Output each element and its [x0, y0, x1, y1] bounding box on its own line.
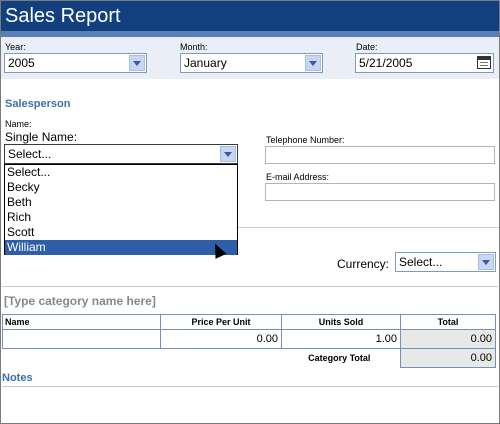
category-name-input[interactable]: [Type category name here]	[4, 294, 156, 308]
email-label: E-mail Address:	[266, 172, 330, 182]
dropdown-option-selected[interactable]: William	[5, 240, 237, 255]
calendar-icon[interactable]	[477, 56, 491, 69]
item-name-cell[interactable]	[2, 329, 161, 349]
month-label: Month:	[180, 42, 208, 52]
units-cell[interactable]: 1.00	[281, 329, 401, 349]
total-cell: 0.00	[400, 329, 496, 349]
table-header-row: Name Price Per Unit Units Sold Total	[2, 314, 496, 330]
dropdown-option[interactable]: Beth	[5, 195, 237, 210]
year-value: 2005	[8, 56, 35, 70]
month-value: January	[184, 56, 227, 70]
name-label: Name:	[5, 119, 32, 129]
month-select[interactable]: January	[180, 53, 323, 73]
sales-report-window: Sales Report Year: 2005 Month: January D…	[0, 0, 500, 424]
divider	[238, 227, 499, 228]
category-table: Name Price Per Unit Units Sold Total 0.0…	[2, 314, 496, 368]
single-name-dropdown-list[interactable]: Select... Becky Beth Rich Scott William	[4, 164, 238, 255]
telephone-label: Telephone Number:	[266, 135, 345, 145]
chevron-down-icon[interactable]	[220, 146, 236, 162]
chevron-down-icon[interactable]	[478, 254, 494, 270]
currency-select[interactable]: Select...	[395, 252, 496, 272]
date-label: Date:	[356, 42, 378, 52]
telephone-input[interactable]	[265, 146, 495, 164]
email-input[interactable]	[265, 183, 495, 201]
column-header-price: Price Per Unit	[160, 314, 282, 330]
page-title: Sales Report	[1, 1, 499, 31]
notes-heading: Notes	[2, 372, 33, 384]
divider	[2, 286, 498, 287]
salesperson-heading: Salesperson	[5, 98, 71, 110]
chevron-down-icon[interactable]	[305, 55, 321, 71]
category-total-label: Category Total	[308, 353, 371, 364]
dropdown-option[interactable]: Scott	[5, 225, 237, 240]
date-value: 5/21/2005	[359, 56, 413, 70]
date-field[interactable]: 5/21/2005	[355, 53, 494, 73]
chevron-down-icon[interactable]	[129, 55, 145, 71]
dropdown-option[interactable]: Select...	[5, 165, 237, 180]
single-name-select[interactable]: Select...	[4, 144, 238, 164]
table-row: 0.00 1.00 0.00	[2, 329, 496, 349]
single-name-value: Select...	[8, 147, 52, 161]
single-name-label: Single Name:	[5, 130, 78, 144]
column-header-total: Total	[400, 314, 496, 330]
divider	[2, 386, 498, 387]
dropdown-option[interactable]: Rich	[5, 210, 237, 225]
column-header-units: Units Sold	[281, 314, 401, 330]
year-select[interactable]: 2005	[4, 53, 147, 73]
category-total-row: Category Total 0.00	[3, 348, 496, 368]
category-total-value: 0.00	[400, 348, 496, 368]
currency-value: Select...	[399, 255, 443, 269]
column-header-name: Name	[2, 314, 161, 330]
year-label: Year:	[5, 42, 26, 52]
price-cell[interactable]: 0.00	[160, 329, 282, 349]
currency-label: Currency:	[337, 257, 390, 271]
dropdown-option[interactable]: Becky	[5, 180, 237, 195]
